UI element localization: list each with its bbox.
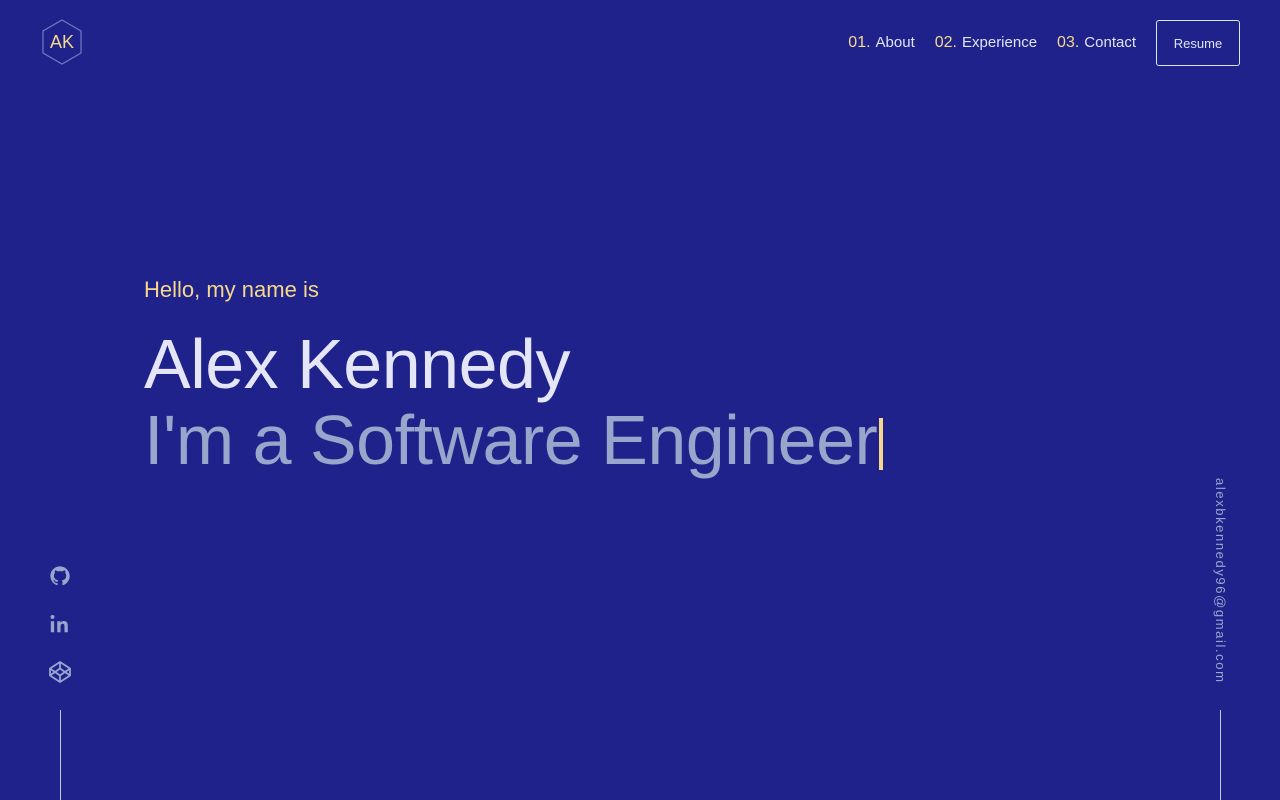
typing-cursor (879, 418, 884, 470)
nav-number: 01. (848, 34, 871, 51)
resume-button[interactable]: Resume (1156, 20, 1240, 66)
nav-number: 02. (934, 34, 957, 51)
nav-number: 03. (1057, 34, 1080, 51)
nav-item-about[interactable]: 01. About (848, 34, 914, 52)
top-nav: 01. About 02. Experience 03. Contact Res… (848, 20, 1240, 66)
left-vertical-line (60, 710, 61, 800)
linkedin-icon (50, 615, 68, 633)
nav-label: About (875, 34, 915, 51)
logo-link[interactable]: AK (40, 19, 84, 65)
hero-greeting: Hello, my name is (144, 277, 319, 302)
nav-item-experience[interactable]: 02. Experience (935, 34, 1037, 52)
hero-section: Hello, my name is Alex Kennedy I'm a Sof… (144, 274, 884, 479)
page: AK 01. About 02. Experience 03. Contact … (0, 0, 1280, 800)
github-icon (50, 566, 70, 586)
logo-initials: AK (50, 32, 74, 52)
nav-item-contact[interactable]: 03. Contact (1057, 34, 1136, 52)
email-link[interactable]: alexbkennedy96@gmail.com (1211, 478, 1229, 684)
right-vertical-line (1220, 710, 1221, 800)
codepen-link[interactable] (44, 656, 76, 688)
nav-label: Contact (1084, 34, 1136, 51)
github-link[interactable] (44, 560, 76, 592)
linkedin-link[interactable] (44, 608, 76, 640)
codepen-icon (49, 661, 71, 683)
hexagon-logo-icon: AK (42, 19, 82, 65)
hero-role: I'm a Software Engineer (144, 401, 884, 479)
nav-label: Experience (962, 34, 1038, 51)
hero-name: Alex Kennedy (144, 325, 570, 403)
hero-role-text: I'm a Software Engineer (144, 401, 878, 479)
social-links (44, 560, 76, 704)
